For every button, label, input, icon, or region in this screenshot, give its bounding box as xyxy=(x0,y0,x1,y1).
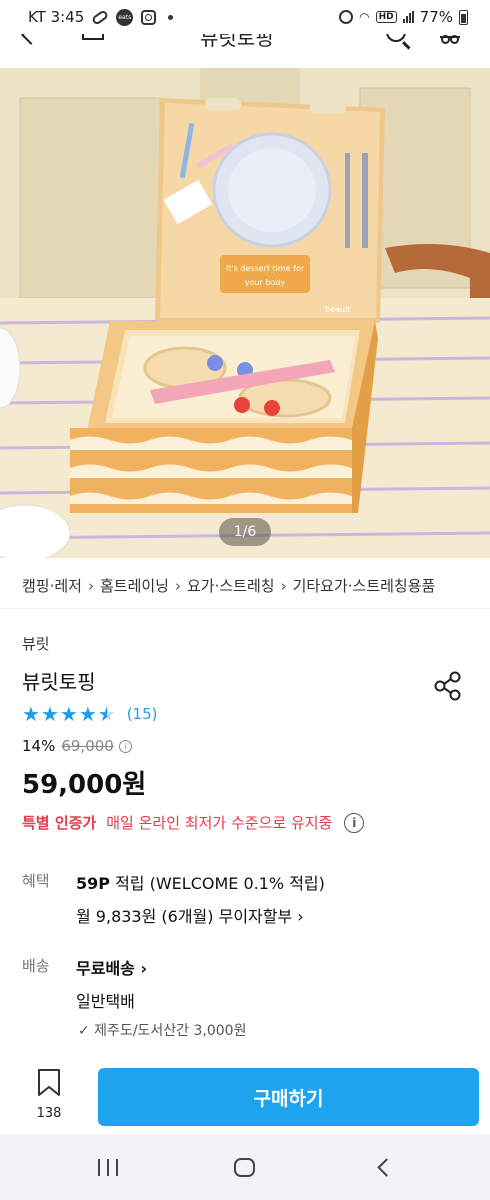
breadcrumb-item-leaf[interactable]: 기타요가·스트레칭용품 xyxy=(293,575,436,596)
shipping-label: 배송 xyxy=(22,957,50,975)
bottom-action-bar: 138 구매하기 xyxy=(0,1056,490,1134)
points-value: 59P xyxy=(76,874,110,893)
brand-link[interactable]: 뷰릿 xyxy=(22,633,50,654)
system-nav-bar xyxy=(0,1134,490,1200)
price-line: 14% 69,000 i xyxy=(22,737,132,755)
info-icon[interactable]: i xyxy=(118,739,132,753)
info-icon[interactable]: i xyxy=(344,812,365,833)
battery-percent: 77% xyxy=(419,8,453,26)
star-icon: ★ xyxy=(40,702,59,726)
product-photo: It's dessert time for your body beauit xyxy=(0,68,490,558)
header-title: 뷰릿토핑 xyxy=(200,34,274,50)
certified-price-banner: 특별 인증가 매일 온라인 최저가 수준으로 유지중 i xyxy=(22,812,365,833)
breadcrumb-item-category[interactable]: 캠핑·레저 xyxy=(22,575,82,596)
recent-apps-icon[interactable] xyxy=(98,1159,118,1176)
back-icon[interactable] xyxy=(21,34,41,45)
alarm-icon xyxy=(339,10,354,24)
chevron-right-icon: › xyxy=(280,576,287,595)
wishlist-button[interactable]: 138 xyxy=(28,1068,70,1121)
eats-icon: eats xyxy=(116,8,134,26)
breadcrumb: 캠핑·레저 › 홈트레이닝 › 요가·스트레칭 › 기타요가·스트레칭용품 xyxy=(22,575,435,596)
product-title: 뷰릿토핑 xyxy=(22,670,96,694)
star-icon: ★ xyxy=(78,702,97,726)
image-counter: 1/6 xyxy=(219,518,271,546)
bookmark-icon xyxy=(38,1069,60,1096)
pill-icon xyxy=(91,8,110,26)
battery-icon xyxy=(459,9,468,25)
certified-text: 매일 온라인 최저가 수준으로 유지중 xyxy=(106,814,333,832)
buy-button[interactable]: 구매하기 xyxy=(98,1068,479,1126)
box-brand-text: beauit xyxy=(325,305,350,314)
carrier-time: KT 3:45 xyxy=(28,8,85,26)
home-button-icon[interactable] xyxy=(234,1158,255,1177)
back-button-icon[interactable] xyxy=(377,1158,396,1177)
breadcrumb-item-yoga[interactable]: 요가·스트레칭 xyxy=(187,575,275,596)
rating[interactable]: ★ ★ ★ ★ ★ (15) xyxy=(22,704,157,724)
shipping-type-link[interactable]: 무료배송 › xyxy=(76,955,147,979)
shipping-extra-fee: ✓ 제주도/도서산간 3,000원 xyxy=(78,1023,247,1039)
signal-icon xyxy=(402,11,414,23)
chevron-right-icon: › xyxy=(174,576,181,595)
cart-icon[interactable] xyxy=(440,34,460,44)
star-icon: ★ xyxy=(22,702,40,726)
hd-voice-icon: HD xyxy=(375,11,397,23)
sale-price: 59,000원 xyxy=(22,770,147,800)
original-price: 69,000 xyxy=(61,737,114,755)
star-half-icon: ★ xyxy=(97,702,116,726)
notification-dot-icon xyxy=(168,14,174,20)
benefit-points: 59P 적립 (WELCOME 0.1% 적립) xyxy=(76,870,325,894)
search-icon[interactable] xyxy=(386,34,406,42)
installment-link[interactable]: 월 9,833원 (6개월) 무이자할부 › xyxy=(76,903,304,927)
divider xyxy=(0,608,490,609)
points-detail: 적립 (WELCOME 0.1% 적립) xyxy=(110,874,325,893)
box-slogan-line2: your body xyxy=(245,278,286,287)
chevron-right-icon: › xyxy=(87,576,94,595)
product-image[interactable]: It's dessert time for your body beauit xyxy=(0,68,490,558)
instagram-icon xyxy=(141,9,157,25)
share-icon[interactable] xyxy=(432,670,464,702)
discount-rate: 14% xyxy=(22,737,56,755)
star-icon: ★ xyxy=(59,702,78,726)
certified-label: 특별 인증가 xyxy=(22,814,97,832)
home-icon[interactable] xyxy=(82,34,104,40)
app-header: 뷰릿토핑 xyxy=(0,34,490,68)
shipping-method: 일반택배 xyxy=(76,992,135,1011)
wishlist-count: 138 xyxy=(36,1106,62,1121)
box-slogan-line1: It's dessert time for xyxy=(226,264,305,273)
review-count[interactable]: (15) xyxy=(127,705,158,723)
status-bar: KT 3:45 eats ◠ HD 77% xyxy=(0,0,490,34)
breadcrumb-item-subcategory[interactable]: 홈트레이닝 xyxy=(100,575,169,596)
wifi-icon: ◠ xyxy=(359,10,370,24)
benefit-label: 혜택 xyxy=(22,872,50,890)
